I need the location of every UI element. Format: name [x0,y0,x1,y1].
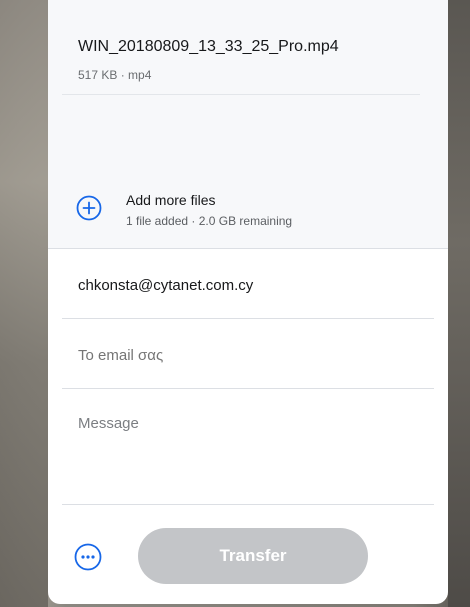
file-item[interactable]: WIN_20180809_13_33_25_Pro.mp4 517 KB · m… [62,26,420,95]
background-blur-left [0,0,48,607]
to-email-input[interactable] [78,345,418,365]
footer: Transfer [48,505,448,604]
plus-circle-icon[interactable] [76,195,102,221]
email-input[interactable] [78,275,418,295]
message-input[interactable] [78,415,418,485]
file-name: WIN_20180809_13_33_25_Pro.mp4 [78,38,339,55]
add-more-files-button[interactable]: Add more files 1 file added · 2.0 GB rem… [76,190,416,236]
files-area: WIN_20180809_13_33_25_Pro.mp4 517 KB · m… [48,0,448,249]
to-email-field[interactable] [62,319,434,389]
transfer-button[interactable]: Transfer [138,528,368,584]
background-blur-right [448,0,470,607]
add-more-files-label: Add more files [126,192,216,208]
files-status: 1 file added · 2.0 GB remaining [126,214,293,228]
file-meta: 517 KB · mp4 [78,68,152,82]
transfer-panel: WIN_20180809_13_33_25_Pro.mp4 517 KB · m… [48,0,448,604]
message-field[interactable] [62,389,434,505]
more-options-icon[interactable] [74,543,102,571]
email-field[interactable] [62,249,434,319]
